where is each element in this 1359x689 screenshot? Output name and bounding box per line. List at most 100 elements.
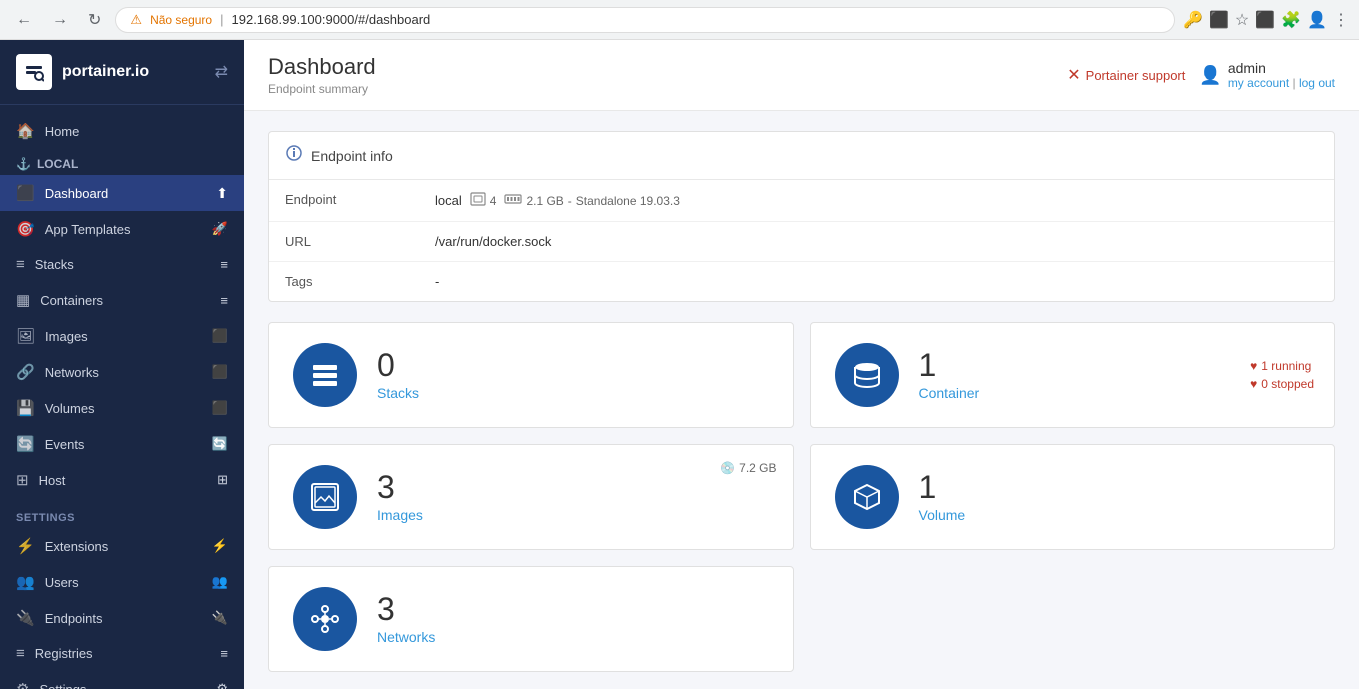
endpoint-name: local <box>435 193 462 208</box>
url-text: 192.168.99.100:9000/#/dashboard <box>232 12 431 27</box>
mem-icon <box>504 193 522 208</box>
cpu-badge: 4 <box>470 192 497 209</box>
stopped-text: 0 stopped <box>1261 377 1314 391</box>
header-actions: ✕ Portainer support 👤 admin my account |… <box>1067 60 1335 90</box>
containers-icon: ▦ <box>16 291 30 309</box>
main-content: Dashboard Endpoint summary ✕ Portainer s… <box>244 40 1359 689</box>
sidebar-item-dashboard[interactable]: ⬛ Dashboard ⬆ <box>0 175 244 211</box>
volume-card-info: 1 Volume <box>919 471 966 523</box>
registries-nav-icon: ≡ <box>220 646 228 661</box>
extension-icon: 🧩 <box>1281 10 1301 30</box>
log-out-link[interactable]: log out <box>1299 76 1335 90</box>
my-account-link[interactable]: my account <box>1228 76 1289 90</box>
forward-button[interactable]: → <box>46 9 74 31</box>
history-icon: ⬛ <box>1255 10 1275 30</box>
not-secure-label: Não seguro <box>150 13 212 27</box>
endpoints-nav-icon: 🔌 <box>212 610 228 626</box>
images-card[interactable]: 3 Images 💿 7.2 GB <box>268 444 794 550</box>
translate-icon: ⬛ <box>1209 10 1229 30</box>
endpoint-info-header: Endpoint info <box>269 132 1334 180</box>
containers-nav-icon: ≡ <box>220 293 228 308</box>
sidebar-item-endpoints[interactable]: 🔌 Endpoints 🔌 <box>0 600 244 636</box>
sidebar-item-label: Containers <box>40 293 103 308</box>
sidebar-item-label: Extensions <box>45 539 109 554</box>
sidebar-item-app-templates[interactable]: 🎯 App Templates 🚀 <box>0 211 244 247</box>
memory-value: 2.1 GB <box>526 194 563 208</box>
sidebar-item-images[interactable]: 🖼 Images ⬛ <box>0 318 244 354</box>
back-button[interactable]: ← <box>10 9 38 31</box>
disk-icon: 💿 <box>720 461 735 475</box>
mem-badge: 2.1 GB - Standalone 19.03.3 <box>504 193 679 208</box>
support-x-icon: ✕ <box>1067 65 1080 85</box>
networks-card[interactable]: 3 Networks <box>268 566 794 672</box>
sidebar-item-settings[interactable]: ⚙ Settings ⚙ <box>0 671 244 689</box>
stacks-card[interactable]: 0 Stacks <box>268 322 794 428</box>
volume-count: 1 <box>919 471 966 503</box>
admin-links: my account | log out <box>1228 76 1335 90</box>
container-label: Container <box>919 385 980 401</box>
dashboard-icon: ⬛ <box>16 184 35 202</box>
reload-button[interactable]: ↻ <box>82 8 107 32</box>
heart-running-icon: ♥ <box>1250 359 1257 373</box>
local-label: LOCAL <box>37 157 78 171</box>
sidebar-item-stacks[interactable]: ≡ Stacks ≡ <box>0 247 244 282</box>
sidebar-item-users[interactable]: 👥 Users 👥 <box>0 564 244 600</box>
running-status: ♥ 1 running <box>1250 359 1314 373</box>
cpu-icon <box>470 192 486 209</box>
sidebar-item-events[interactable]: 🔄 Events 🔄 <box>0 426 244 462</box>
settings-icon: ⚙ <box>16 680 29 689</box>
sidebar-item-label: Registries <box>35 646 93 661</box>
tags-label: Tags <box>269 262 419 302</box>
volume-card[interactable]: 1 Volume <box>810 444 1336 550</box>
browser-chrome: ← → ↻ ⚠ Não seguro | 192.168.99.100:9000… <box>0 0 1359 40</box>
cpu-count: 4 <box>490 194 497 208</box>
stacks-label: Stacks <box>377 385 419 401</box>
sidebar-item-label: Settings <box>39 682 86 689</box>
key-icon: 🔑 <box>1183 10 1203 30</box>
container-card[interactable]: 1 Container ♥ 1 running ♥ 0 stopped <box>810 322 1336 428</box>
sidebar-item-label: App Templates <box>45 222 131 237</box>
extensions-icon: ⚡ <box>16 537 35 555</box>
dashboard-cards-grid: 0 Stacks 1 Container <box>268 322 1335 672</box>
users-nav-icon: 👥 <box>212 574 228 590</box>
networks-icon: 🔗 <box>16 363 35 381</box>
networks-card-info: 3 Networks <box>377 593 435 645</box>
rocket-icon: 🚀 <box>212 221 228 237</box>
admin-info: 👤 admin my account | log out <box>1199 60 1335 90</box>
transfer-icon[interactable]: ⇄ <box>215 62 228 82</box>
networks-count: 3 <box>377 593 435 625</box>
url-label: URL <box>269 222 419 262</box>
header: Dashboard Endpoint summary ✕ Portainer s… <box>244 40 1359 111</box>
events-nav-icon: 🔄 <box>212 436 228 452</box>
app-templates-icon: 🎯 <box>16 220 35 238</box>
bookmark-icon: ☆ <box>1235 10 1249 30</box>
profile-icon: 👤 <box>1307 10 1327 30</box>
stacks-icon-circle <box>293 343 357 407</box>
extensions-nav-icon: ⚡ <box>212 538 228 554</box>
sidebar-item-label: Networks <box>45 365 99 380</box>
sidebar-item-host[interactable]: ⊞ Host ⊞ <box>0 462 244 498</box>
sidebar-item-label: Volumes <box>45 401 95 416</box>
sidebar-logo: portainer.io ⇄ <box>0 40 244 105</box>
url-row: URL /var/run/docker.sock <box>269 222 1334 262</box>
sidebar-item-label: Users <box>45 575 79 590</box>
container-count: 1 <box>919 349 980 381</box>
networks-icon-circle <box>293 587 357 651</box>
sidebar-item-networks[interactable]: 🔗 Networks ⬛ <box>0 354 244 390</box>
anchor-icon: ⚓ <box>16 157 31 171</box>
sidebar-item-registries[interactable]: ≡ Registries ≡ <box>0 636 244 671</box>
images-count: 3 <box>377 471 423 503</box>
running-text: 1 running <box>1261 359 1311 373</box>
sidebar-item-volumes[interactable]: 💾 Volumes ⬛ <box>0 390 244 426</box>
support-link[interactable]: ✕ Portainer support <box>1067 65 1185 85</box>
tags-value: - <box>419 262 1334 302</box>
address-bar[interactable]: ⚠ Não seguro | 192.168.99.100:9000/#/das… <box>115 7 1175 33</box>
images-icon-circle <box>293 465 357 529</box>
sidebar-item-extensions[interactable]: ⚡ Extensions ⚡ <box>0 528 244 564</box>
sidebar-item-containers[interactable]: ▦ Containers ≡ <box>0 282 244 318</box>
dashboard-nav-icon: ⬆ <box>216 185 228 202</box>
sidebar-item-home[interactable]: 🏠 Home <box>0 113 244 149</box>
stacks-icon: ≡ <box>16 256 25 273</box>
container-icon-circle <box>835 343 899 407</box>
endpoint-info-icon <box>285 144 303 167</box>
